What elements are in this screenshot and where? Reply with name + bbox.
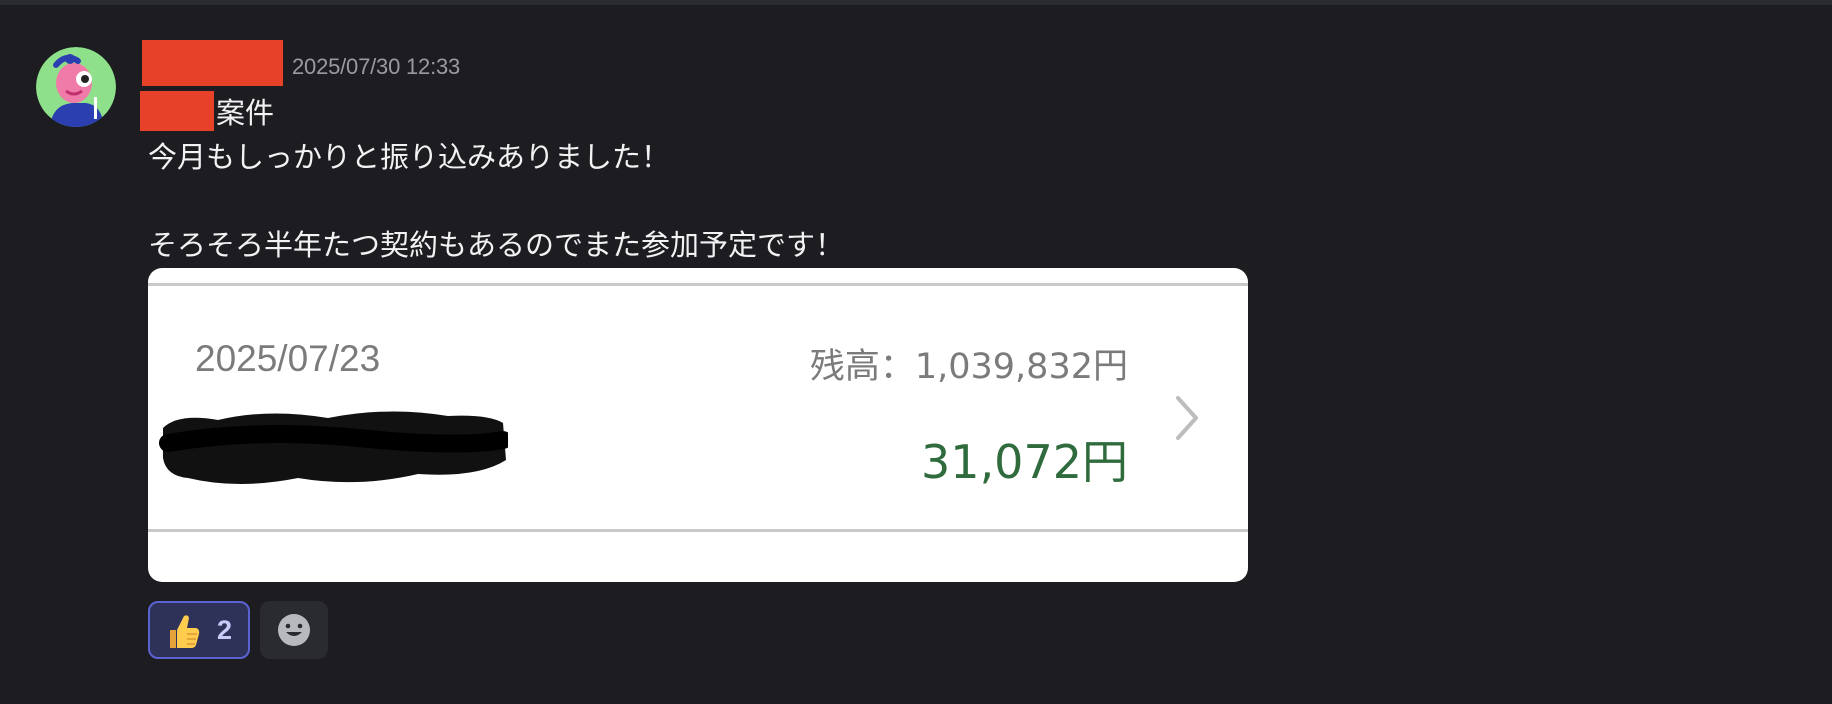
divider-bottom bbox=[148, 529, 1248, 532]
avatar[interactable] bbox=[36, 47, 116, 127]
message-line-2: 今月もしっかりと振り込みありました！ bbox=[148, 140, 671, 174]
transaction-date: 2025/07/23 bbox=[195, 338, 381, 379]
chat-message: 2025/07/30 12:33 案件 今月もしっかりと振り込みありました！ そ… bbox=[0, 0, 1832, 704]
message-line-1: 案件 bbox=[216, 96, 275, 130]
redacted-text bbox=[140, 91, 214, 131]
reaction-thumbs-up[interactable]: 2 bbox=[148, 601, 250, 659]
scribble-redaction bbox=[159, 411, 508, 484]
transaction-amount: 31,072円 bbox=[921, 435, 1128, 489]
avatar-illustration bbox=[36, 47, 116, 127]
divider-top bbox=[148, 283, 1248, 286]
reaction-count: 2 bbox=[217, 615, 233, 645]
add-reaction-button[interactable] bbox=[260, 601, 328, 659]
thumbs-up-icon bbox=[170, 615, 200, 648]
chevron-right-icon[interactable] bbox=[1170, 388, 1206, 448]
smiley-icon bbox=[278, 614, 310, 646]
username-redacted[interactable] bbox=[142, 40, 283, 86]
image-attachment[interactable]: 2025/07/23 残高：1,039,832円 31,072円 bbox=[148, 268, 1248, 582]
balance-label: 残高：1,039,832円 bbox=[809, 347, 1128, 387]
message-line-3: そろそろ半年たつ契約もあるのでまた参加予定です！ bbox=[148, 228, 845, 262]
message-timestamp: 2025/07/30 12:33 bbox=[292, 54, 461, 79]
